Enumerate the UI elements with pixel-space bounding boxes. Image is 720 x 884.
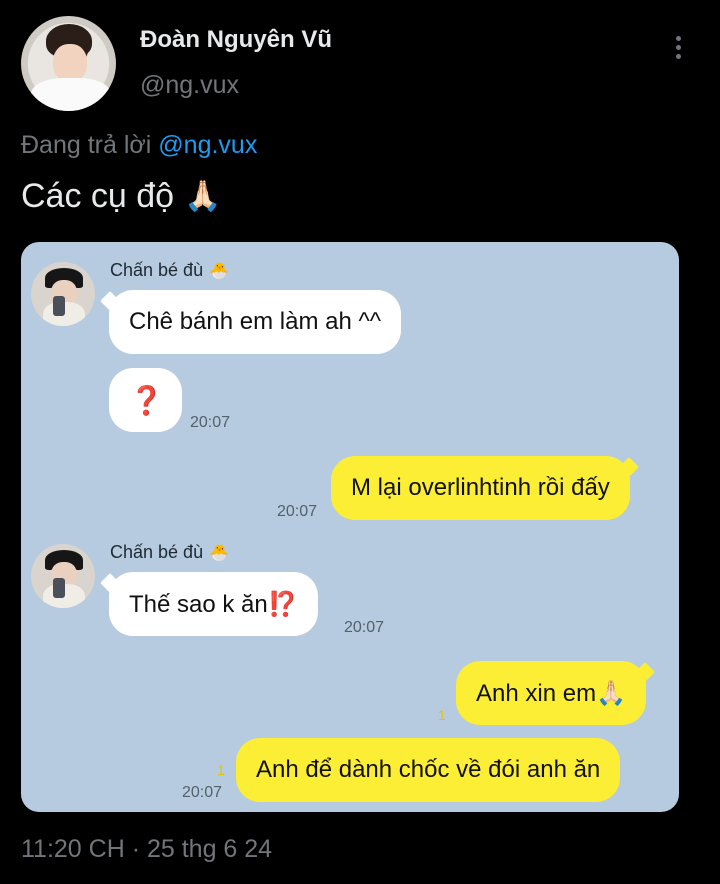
chat-contact-avatar [31, 262, 95, 326]
chat-sender-name: Chấn bé đù 🐣 [110, 542, 229, 563]
chat-message-outgoing: Anh xin em🙏🏻 [456, 661, 646, 725]
attached-chat-image[interactable]: Chấn bé đù 🐣 Chê bánh em làm ah ^^ ❓ 20:… [21, 242, 679, 812]
tweet-timestamp[interactable]: 11:20 CH · 25 thg 6 24 [21, 835, 272, 864]
reply-prefix: Đang trả lời [21, 131, 152, 159]
sender-name-text: Chấn bé đù [110, 542, 204, 562]
author-avatar[interactable] [21, 16, 116, 111]
hatching-chick-icon: 🐣 [209, 544, 229, 562]
chat-message-outgoing: M lại overlinhtinh rồi đấy [331, 456, 630, 520]
message-text: Thế sao k ăn⁉️ [129, 590, 298, 618]
message-time: 20:07 [344, 619, 385, 636]
chat-sender-name: Chấn bé đù 🐣 [110, 260, 229, 281]
reply-mention-link[interactable]: @ng.vux [158, 131, 257, 159]
author-name[interactable]: Đoàn Nguyên Vũ [140, 26, 332, 54]
more-options-icon[interactable] [668, 36, 688, 66]
praying-hands-icon: 🙏🏻 [184, 180, 222, 213]
author-handle[interactable]: @ng.vux [140, 71, 239, 100]
chat-contact-avatar [31, 544, 95, 608]
reply-context: Đang trả lời @ng.vux [21, 131, 257, 160]
tweet-text-body: Các cụ độ [21, 177, 175, 215]
message-time: 20:07 [277, 503, 318, 520]
tweet-text: Các cụ độ 🙏🏻 [21, 177, 221, 216]
unread-count: 1 [438, 707, 446, 723]
hatching-chick-icon: 🐣 [209, 262, 229, 280]
message-time: 20:07 [182, 784, 223, 801]
sender-name-text: Chấn bé đù [110, 260, 204, 280]
message-text: Chê bánh em làm ah ^^ [129, 308, 381, 335]
message-text: Anh xin em🙏🏻 [476, 679, 626, 707]
message-text: M lại overlinhtinh rồi đấy [351, 474, 610, 501]
message-time: 20:07 [190, 414, 231, 431]
chat-message-outgoing: Anh để dành chốc về đói anh ăn [236, 738, 621, 802]
question-mark-icon: ❓ [129, 384, 164, 416]
message-text: Anh để dành chốc về đói anh ăn [256, 756, 601, 783]
chat-message-incoming: Chê bánh em làm ah ^^ [109, 290, 401, 354]
unread-count: 1 [217, 762, 225, 778]
chat-message-incoming: Thế sao k ăn⁉️ [109, 572, 318, 636]
chat-message-incoming: ❓ [109, 368, 182, 432]
